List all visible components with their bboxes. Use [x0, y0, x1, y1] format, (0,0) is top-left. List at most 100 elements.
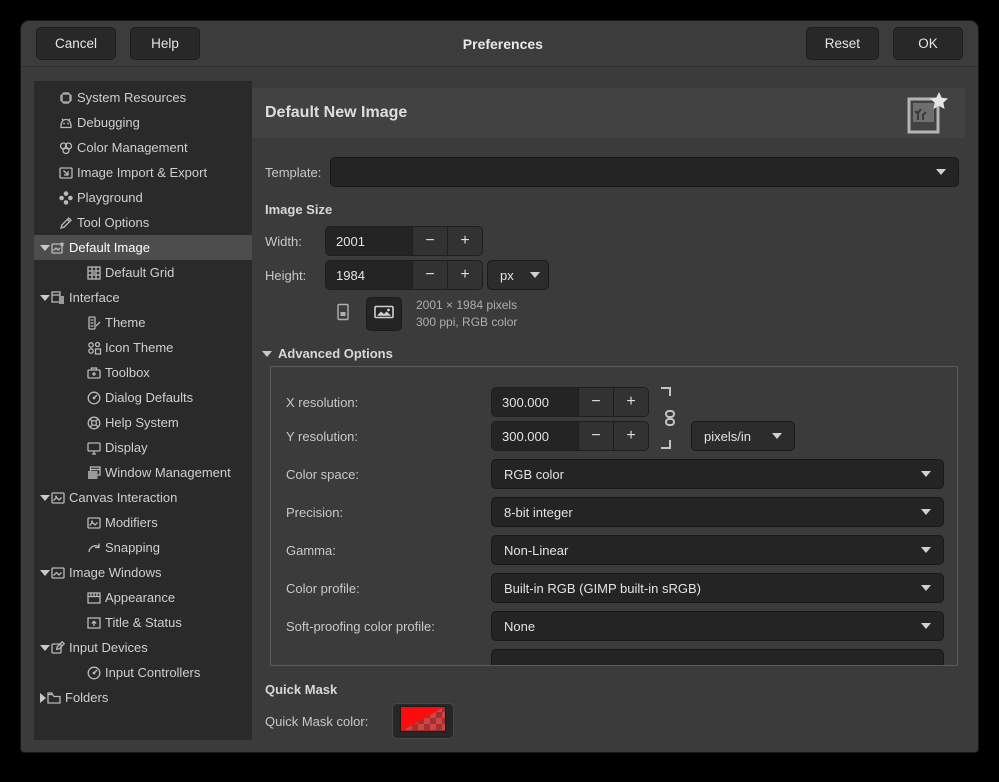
triangle-down-icon[interactable] [40, 245, 50, 251]
height-input[interactable]: 1984 [326, 261, 412, 289]
dropdown-value: Built-in RGB (GIMP built-in sRGB) [504, 581, 701, 596]
sidebar-item-system-resources[interactable]: System Resources [34, 85, 252, 110]
sidebar-item-color-management[interactable]: Color Management [34, 135, 252, 160]
sidebar-item-image-import-export[interactable]: Image Import & Export [34, 160, 252, 185]
chevron-down-icon [921, 585, 931, 591]
precision-dropdown[interactable]: 8-bit integer [491, 497, 944, 527]
sidebar-item-interface[interactable]: Interface [34, 285, 252, 310]
height-spinner: 1984 − + [325, 260, 483, 290]
page-title: Default New Image [265, 104, 905, 122]
sidebar-item-image-windows[interactable]: Image Windows [34, 560, 252, 585]
width-decrement-button[interactable]: − [412, 227, 447, 255]
landscape-orientation-button[interactable] [366, 297, 402, 331]
triangle-down-icon[interactable] [40, 295, 50, 301]
advanced-combo-rows: Color space: RGB color Precision: 8-bit … [286, 459, 944, 641]
snapping-icon [86, 540, 102, 556]
triangle-down-icon[interactable] [40, 495, 50, 501]
sidebar-item-appearance[interactable]: Appearance [34, 585, 252, 610]
cancel-button[interactable]: Cancel [36, 27, 116, 60]
advanced-row-label: Color space: [286, 467, 491, 482]
size-unit-dropdown[interactable]: px [487, 260, 549, 290]
portrait-orientation-button[interactable] [330, 297, 356, 331]
sidebar-item-label: Input Devices [69, 640, 148, 655]
sidebar-item-help-system[interactable]: Help System [34, 410, 252, 435]
gamma-dropdown[interactable]: Non-Linear [491, 535, 944, 565]
x-resolution-input[interactable]: 300.000 [492, 388, 578, 416]
size-summary-line1: 2001 × 1984 pixels [416, 297, 517, 314]
sidebar-item-label: Image Import & Export [77, 165, 207, 180]
width-increment-button[interactable]: + [447, 227, 482, 255]
image-size-section-label: Image Size [265, 202, 965, 217]
x-resolution-decrement-button[interactable]: − [578, 388, 613, 416]
x-resolution-label: X resolution: [286, 395, 491, 410]
sidebar-item-modifiers[interactable]: Modifiers [34, 510, 252, 535]
sidebar-item-tool-options[interactable]: Tool Options [34, 210, 252, 235]
template-dropdown[interactable] [330, 157, 959, 187]
icon-theme-icon [86, 340, 102, 356]
sidebar-item-label: Toolbox [105, 365, 150, 380]
help-button[interactable]: Help [130, 27, 200, 60]
sidebar-item-label: Dialog Defaults [105, 390, 193, 405]
color-space-dropdown[interactable]: RGB color [491, 459, 944, 489]
sidebar-item-snapping[interactable]: Snapping [34, 535, 252, 560]
canvas-interaction-icon [50, 490, 66, 506]
sidebar-item-title-status[interactable]: Title & Status [34, 610, 252, 635]
expander-spacer [40, 192, 58, 204]
sidebar-item-window-management[interactable]: Window Management [34, 460, 252, 485]
help-system-icon [86, 415, 102, 431]
advanced-combo-row: Gamma: Non-Linear [286, 535, 944, 565]
advanced-options-expander[interactable]: Advanced Options [262, 346, 965, 361]
soft-proofing-color-profile-dropdown[interactable]: None [491, 611, 944, 641]
folders-icon [46, 690, 62, 706]
sidebar-item-label: Folders [65, 690, 108, 705]
y-resolution-spinner: 300.000 − + [491, 421, 649, 451]
x-resolution-increment-button[interactable]: + [613, 388, 648, 416]
reset-button[interactable]: Reset [806, 27, 879, 60]
sidebar-item-theme[interactable]: Theme [34, 310, 252, 335]
expander-spacer [40, 117, 58, 129]
expander-spacer [40, 342, 86, 354]
triangle-down-icon[interactable] [40, 570, 50, 576]
y-resolution-label: Y resolution: [286, 429, 491, 444]
expander-spacer [40, 267, 86, 279]
clipped-dropdown[interactable] [491, 649, 944, 666]
sidebar-item-toolbox[interactable]: Toolbox [34, 360, 252, 385]
sidebar-item-playground[interactable]: Playground [34, 185, 252, 210]
sidebar-item-dialog-defaults[interactable]: Dialog Defaults [34, 385, 252, 410]
sidebar-item-label: Help System [105, 415, 179, 430]
sidebar-item-folders[interactable]: Folders [34, 685, 252, 710]
sidebar-item-default-grid[interactable]: Default Grid [34, 260, 252, 285]
new-image-star-icon [905, 90, 949, 136]
expander-spacer [40, 167, 58, 179]
resolution-unit-dropdown[interactable]: pixels/in [691, 421, 795, 451]
color-profile-dropdown[interactable]: Built-in RGB (GIMP built-in sRGB) [491, 573, 944, 603]
y-resolution-input[interactable]: 300.000 [492, 422, 578, 450]
sidebar-item-canvas-interaction[interactable]: Canvas Interaction [34, 485, 252, 510]
sidebar-item-debugging[interactable]: Debugging [34, 110, 252, 135]
y-resolution-decrement-button[interactable]: − [578, 422, 613, 450]
triangle-down-icon[interactable] [40, 645, 50, 651]
image-windows-icon [50, 565, 66, 581]
sidebar-item-icon-theme[interactable]: Icon Theme [34, 335, 252, 360]
image-size-summary: 2001 × 1984 pixels 300 ppi, RGB color [416, 297, 517, 331]
dialog-content: System Resources Debugging Color Managem… [21, 67, 978, 753]
width-input[interactable]: 2001 [326, 227, 412, 255]
sidebar-item-display[interactable]: Display [34, 435, 252, 460]
ok-button[interactable]: OK [893, 27, 963, 60]
height-increment-button[interactable]: + [447, 261, 482, 289]
sidebar-item-label: Color Management [77, 140, 188, 155]
sidebar-item-default-image[interactable]: Default Image [34, 235, 252, 260]
playground-icon [58, 190, 74, 206]
quick-mask-color-button[interactable] [392, 703, 454, 739]
y-resolution-increment-button[interactable]: + [613, 422, 648, 450]
advanced-combo-row: Soft-proofing color profile: None [286, 611, 944, 641]
sidebar-item-input-devices[interactable]: Input Devices [34, 635, 252, 660]
sidebar-item-input-controllers[interactable]: Input Controllers [34, 660, 252, 685]
height-decrement-button[interactable]: − [412, 261, 447, 289]
window-title: Preferences [200, 36, 806, 52]
expander-spacer [40, 442, 86, 454]
expander-spacer [40, 417, 86, 429]
interface-icon [50, 290, 66, 306]
chain-broken-icon[interactable] [659, 385, 677, 451]
theme-icon [86, 315, 102, 331]
